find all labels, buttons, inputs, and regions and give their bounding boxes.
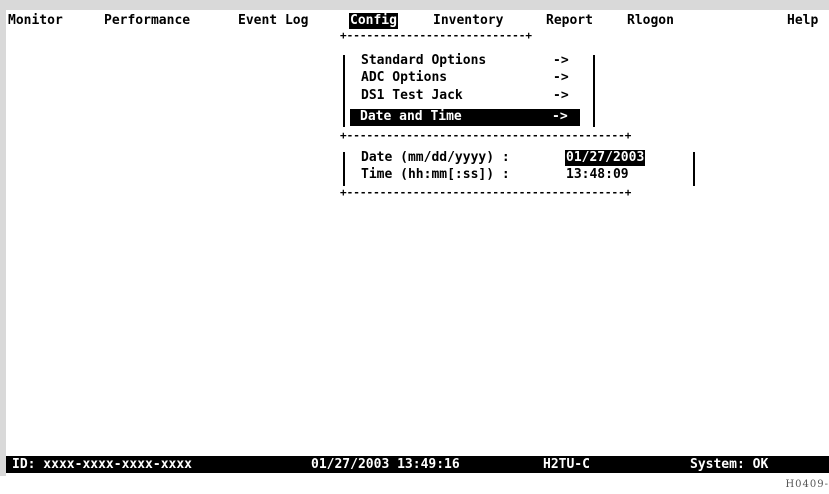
submenu-item-date-and-time[interactable]: Date and Time -> (350, 109, 580, 126)
menu-report[interactable]: Report (546, 13, 593, 29)
menu-event-log[interactable]: Event Log (238, 13, 308, 29)
menu-performance[interactable]: Performance (104, 13, 190, 29)
submenu-item-ds1-test-jack[interactable]: DS1 Test Jack (361, 88, 463, 104)
status-system: System: OK (690, 457, 769, 472)
dialog-bottom-border: +---------------------------------------… (340, 186, 632, 199)
dialog-right-border (693, 152, 695, 186)
submenu-left-border (343, 55, 345, 127)
time-input[interactable]: 13:48:09 (566, 167, 629, 183)
status-bar: ID: xxxx-xxxx-xxxx-xxxx 01/27/2003 13:49… (6, 456, 829, 473)
status-unit: H2TU-C (543, 457, 590, 472)
window-frame-left (0, 0, 6, 476)
time-label: Time (hh:mm[:ss]) : (361, 167, 510, 182)
dialog-left-border (343, 152, 345, 186)
submenu-top-border: +---------------------------+ (340, 29, 533, 42)
dialog-top-border: +---------------------------------------… (340, 129, 632, 142)
figure-code: H0409- (785, 479, 829, 490)
menu-inventory[interactable]: Inventory (433, 13, 503, 29)
date-input[interactable]: 01/27/2003 (565, 150, 646, 166)
submenu-right-border (593, 55, 595, 127)
submenu-item-adc-options[interactable]: ADC Options (361, 70, 447, 86)
menu-rlogon[interactable]: Rlogon (627, 13, 674, 29)
submenu-arrow-icon: -> (553, 70, 569, 85)
status-datetime: 01/27/2003 13:49:16 (311, 457, 460, 472)
submenu-item-label: Date and Time (360, 109, 462, 124)
submenu-arrow-icon: -> (552, 109, 568, 124)
menu-config[interactable]: Config (349, 13, 398, 29)
status-id: ID: xxxx-xxxx-xxxx-xxxx (12, 457, 193, 472)
submenu-item-standard-options[interactable]: Standard Options (361, 53, 486, 69)
date-label: Date (mm/dd/yyyy) : (361, 150, 510, 165)
window-frame-top (0, 0, 829, 10)
menu-monitor[interactable]: Monitor (8, 13, 63, 29)
submenu-arrow-icon: -> (553, 53, 569, 68)
submenu-arrow-icon: -> (553, 88, 569, 103)
menu-help[interactable]: Help (787, 13, 818, 29)
